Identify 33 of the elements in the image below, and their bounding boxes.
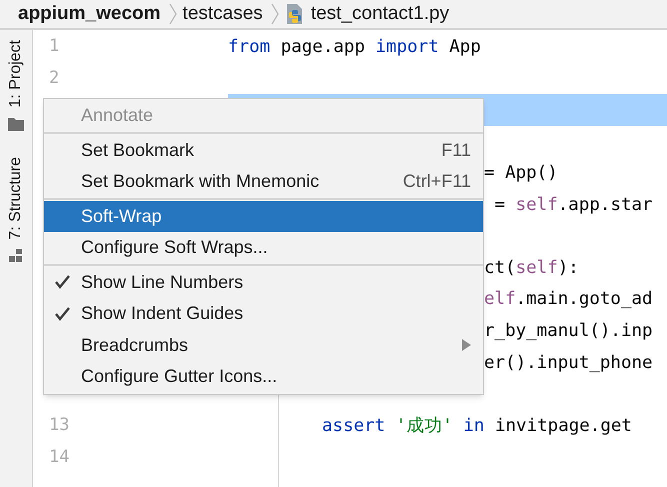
python-file-icon: [284, 3, 305, 25]
chevron-icon: [270, 3, 279, 25]
folder-icon: [8, 118, 24, 131]
submenu-arrow-icon: [462, 339, 471, 352]
code-line: r_by_manul().inp: [484, 321, 653, 342]
menu-item[interactable]: Set Bookmark F11: [44, 134, 483, 166]
code-line: er().input_phone: [484, 352, 653, 373]
line-number: 13: [49, 414, 70, 438]
menu-item[interactable]: Configure Gutter Icons...: [44, 361, 483, 392]
menu-item[interactable]: Soft-Wrap: [44, 200, 483, 232]
breadcrumb-item[interactable]: test_contact1.py: [310, 0, 450, 28]
structure-icon: [9, 249, 23, 262]
breadcrumb-item[interactable]: testcases: [182, 0, 263, 28]
menu-item[interactable]: Breadcrumbs: [44, 330, 483, 361]
line-number: 14: [49, 446, 70, 469]
line-number: 2: [49, 66, 60, 90]
line-number: 1: [49, 35, 60, 58]
code-line: ct(self):: [484, 258, 579, 278]
checkmark-icon: [55, 275, 70, 290]
tool-window-tab[interactable]: 7: Structure: [4, 156, 28, 240]
code-line: elf.main.goto_ad: [484, 289, 653, 310]
chevron-icon: [168, 3, 177, 25]
tool-window-tab[interactable]: 1: Project: [4, 40, 28, 108]
menu-item[interactable]: Configure Soft Wraps...: [44, 232, 483, 264]
code-line: = self.app.star: [494, 194, 653, 215]
menu-item[interactable]: Set Bookmark with Mnemonic Ctrl+F11: [44, 166, 483, 198]
breadcrumb-item[interactable]: appium_wecom: [18, 0, 161, 28]
menu-item[interactable]: Show Line Numbers: [44, 266, 483, 298]
code-line: assert '成功' in invitpage.get: [322, 416, 632, 436]
code-line: = App(): [484, 163, 558, 184]
code-line: from page.app import App: [228, 36, 481, 57]
menu-item[interactable]: Show Indent Guides: [44, 298, 483, 330]
checkmark-icon: [55, 306, 70, 321]
